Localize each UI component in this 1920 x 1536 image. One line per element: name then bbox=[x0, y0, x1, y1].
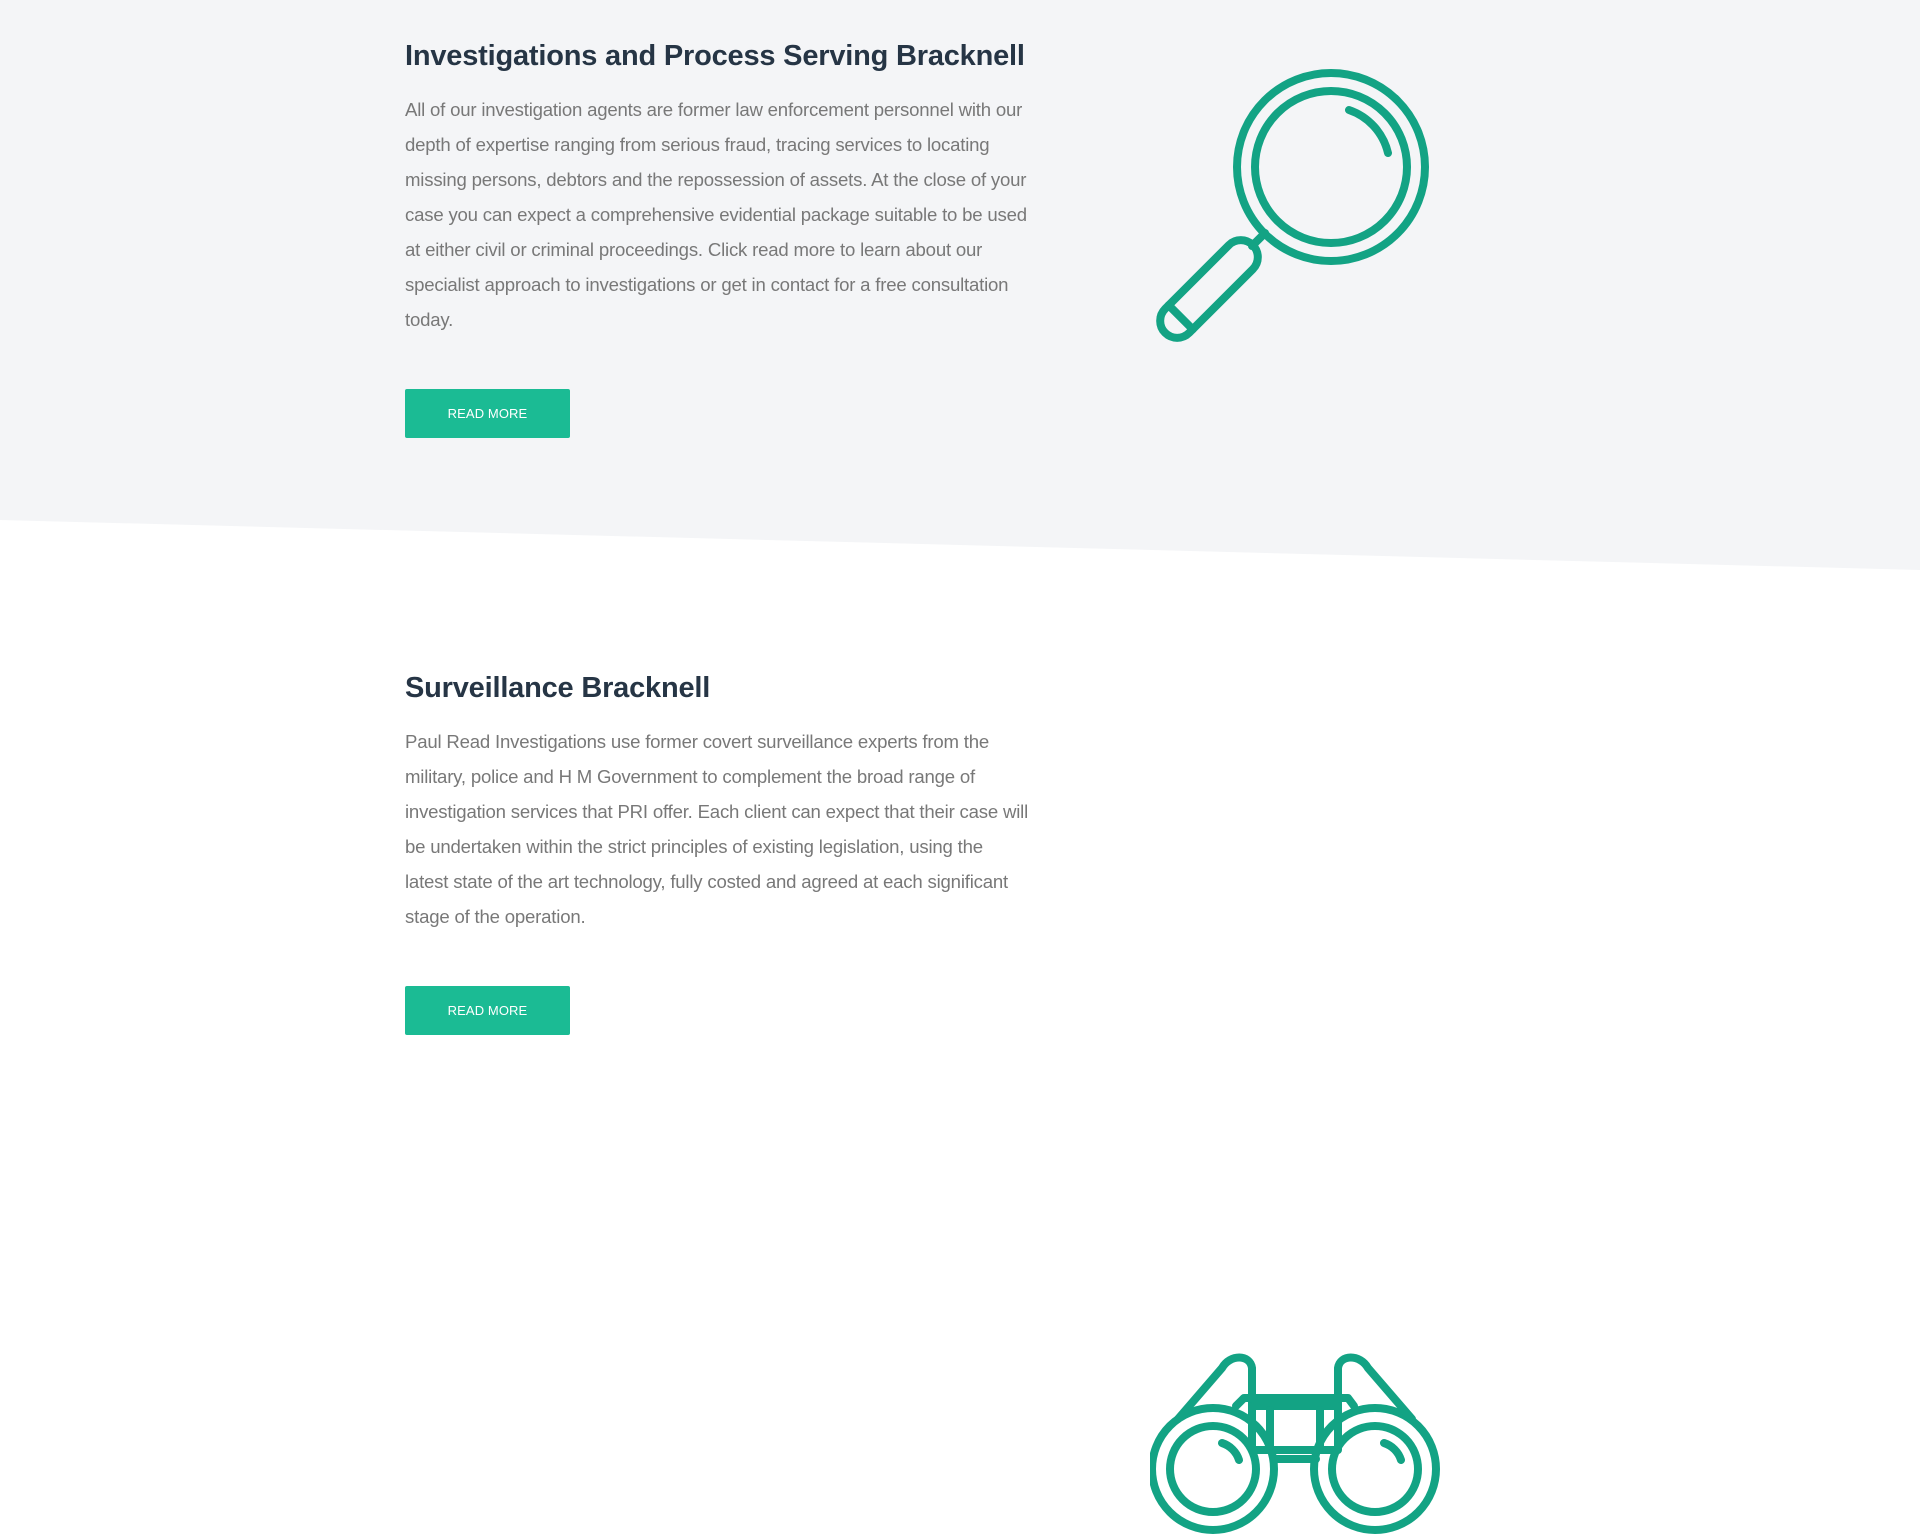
investigations-read-more-button[interactable]: READ MORE bbox=[405, 389, 570, 438]
investigations-content: Investigations and Process Serving Brack… bbox=[405, 36, 1030, 438]
surveillance-content: Surveillance Bracknell Paul Read Investi… bbox=[405, 668, 1030, 1035]
investigations-description: All of our investigation agents are form… bbox=[405, 99, 1027, 330]
surveillance-read-more-button[interactable]: READ MORE bbox=[405, 986, 570, 1035]
investigations-heading: Investigations and Process Serving Brack… bbox=[405, 40, 1025, 72]
surveillance-heading: Surveillance Bracknell bbox=[405, 672, 711, 704]
binoculars-icon bbox=[1150, 1346, 1440, 1536]
surveillance-description: Paul Read Investigations use former cove… bbox=[405, 731, 1028, 927]
magnifying-glass-icon bbox=[1150, 65, 1440, 355]
